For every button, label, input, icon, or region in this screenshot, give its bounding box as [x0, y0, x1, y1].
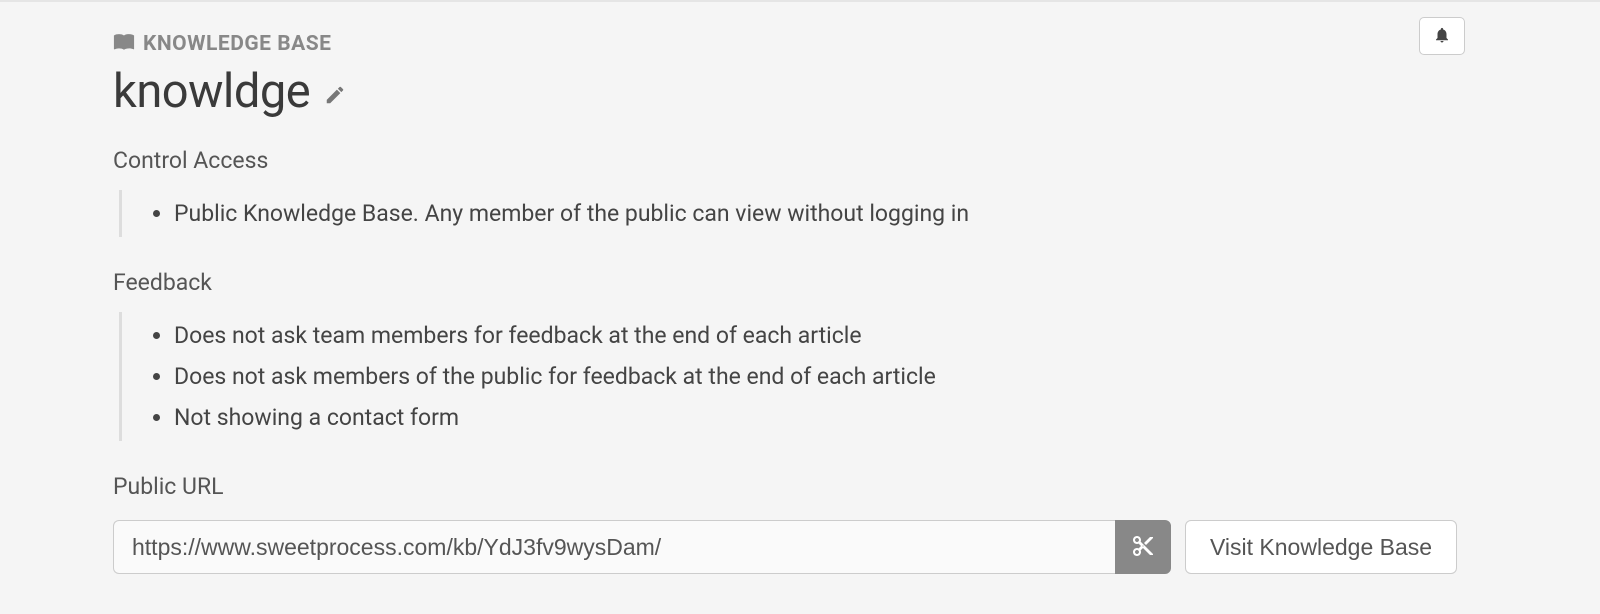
- control-access-block: Public Knowledge Base. Any member of the…: [119, 190, 1487, 237]
- feedback-heading: Feedback: [113, 269, 1487, 296]
- breadcrumb: KNOWLEDGE BASE: [113, 30, 1487, 58]
- edit-title-button[interactable]: [324, 74, 346, 110]
- feedback-item: Does not ask team members for feedback a…: [174, 322, 1487, 349]
- visit-kb-button[interactable]: Visit Knowledge Base: [1185, 520, 1457, 574]
- scissors-icon: [1131, 534, 1155, 561]
- feedback-item: Does not ask members of the public for f…: [174, 363, 1487, 390]
- feedback-item: Not showing a contact form: [174, 404, 1487, 431]
- bell-icon: [1433, 26, 1451, 47]
- control-access-heading: Control Access: [113, 147, 1487, 174]
- pencil-icon: [324, 84, 346, 106]
- book-icon: [113, 30, 135, 58]
- notification-button[interactable]: [1419, 17, 1465, 55]
- breadcrumb-label: KNOWLEDGE BASE: [143, 32, 331, 56]
- copy-url-button[interactable]: [1115, 520, 1171, 574]
- public-url-input[interactable]: [113, 520, 1115, 574]
- page-title: knowldge: [113, 64, 310, 119]
- public-url-heading: Public URL: [113, 473, 1487, 500]
- access-item: Public Knowledge Base. Any member of the…: [174, 200, 1487, 227]
- feedback-block: Does not ask team members for feedback a…: [119, 312, 1487, 441]
